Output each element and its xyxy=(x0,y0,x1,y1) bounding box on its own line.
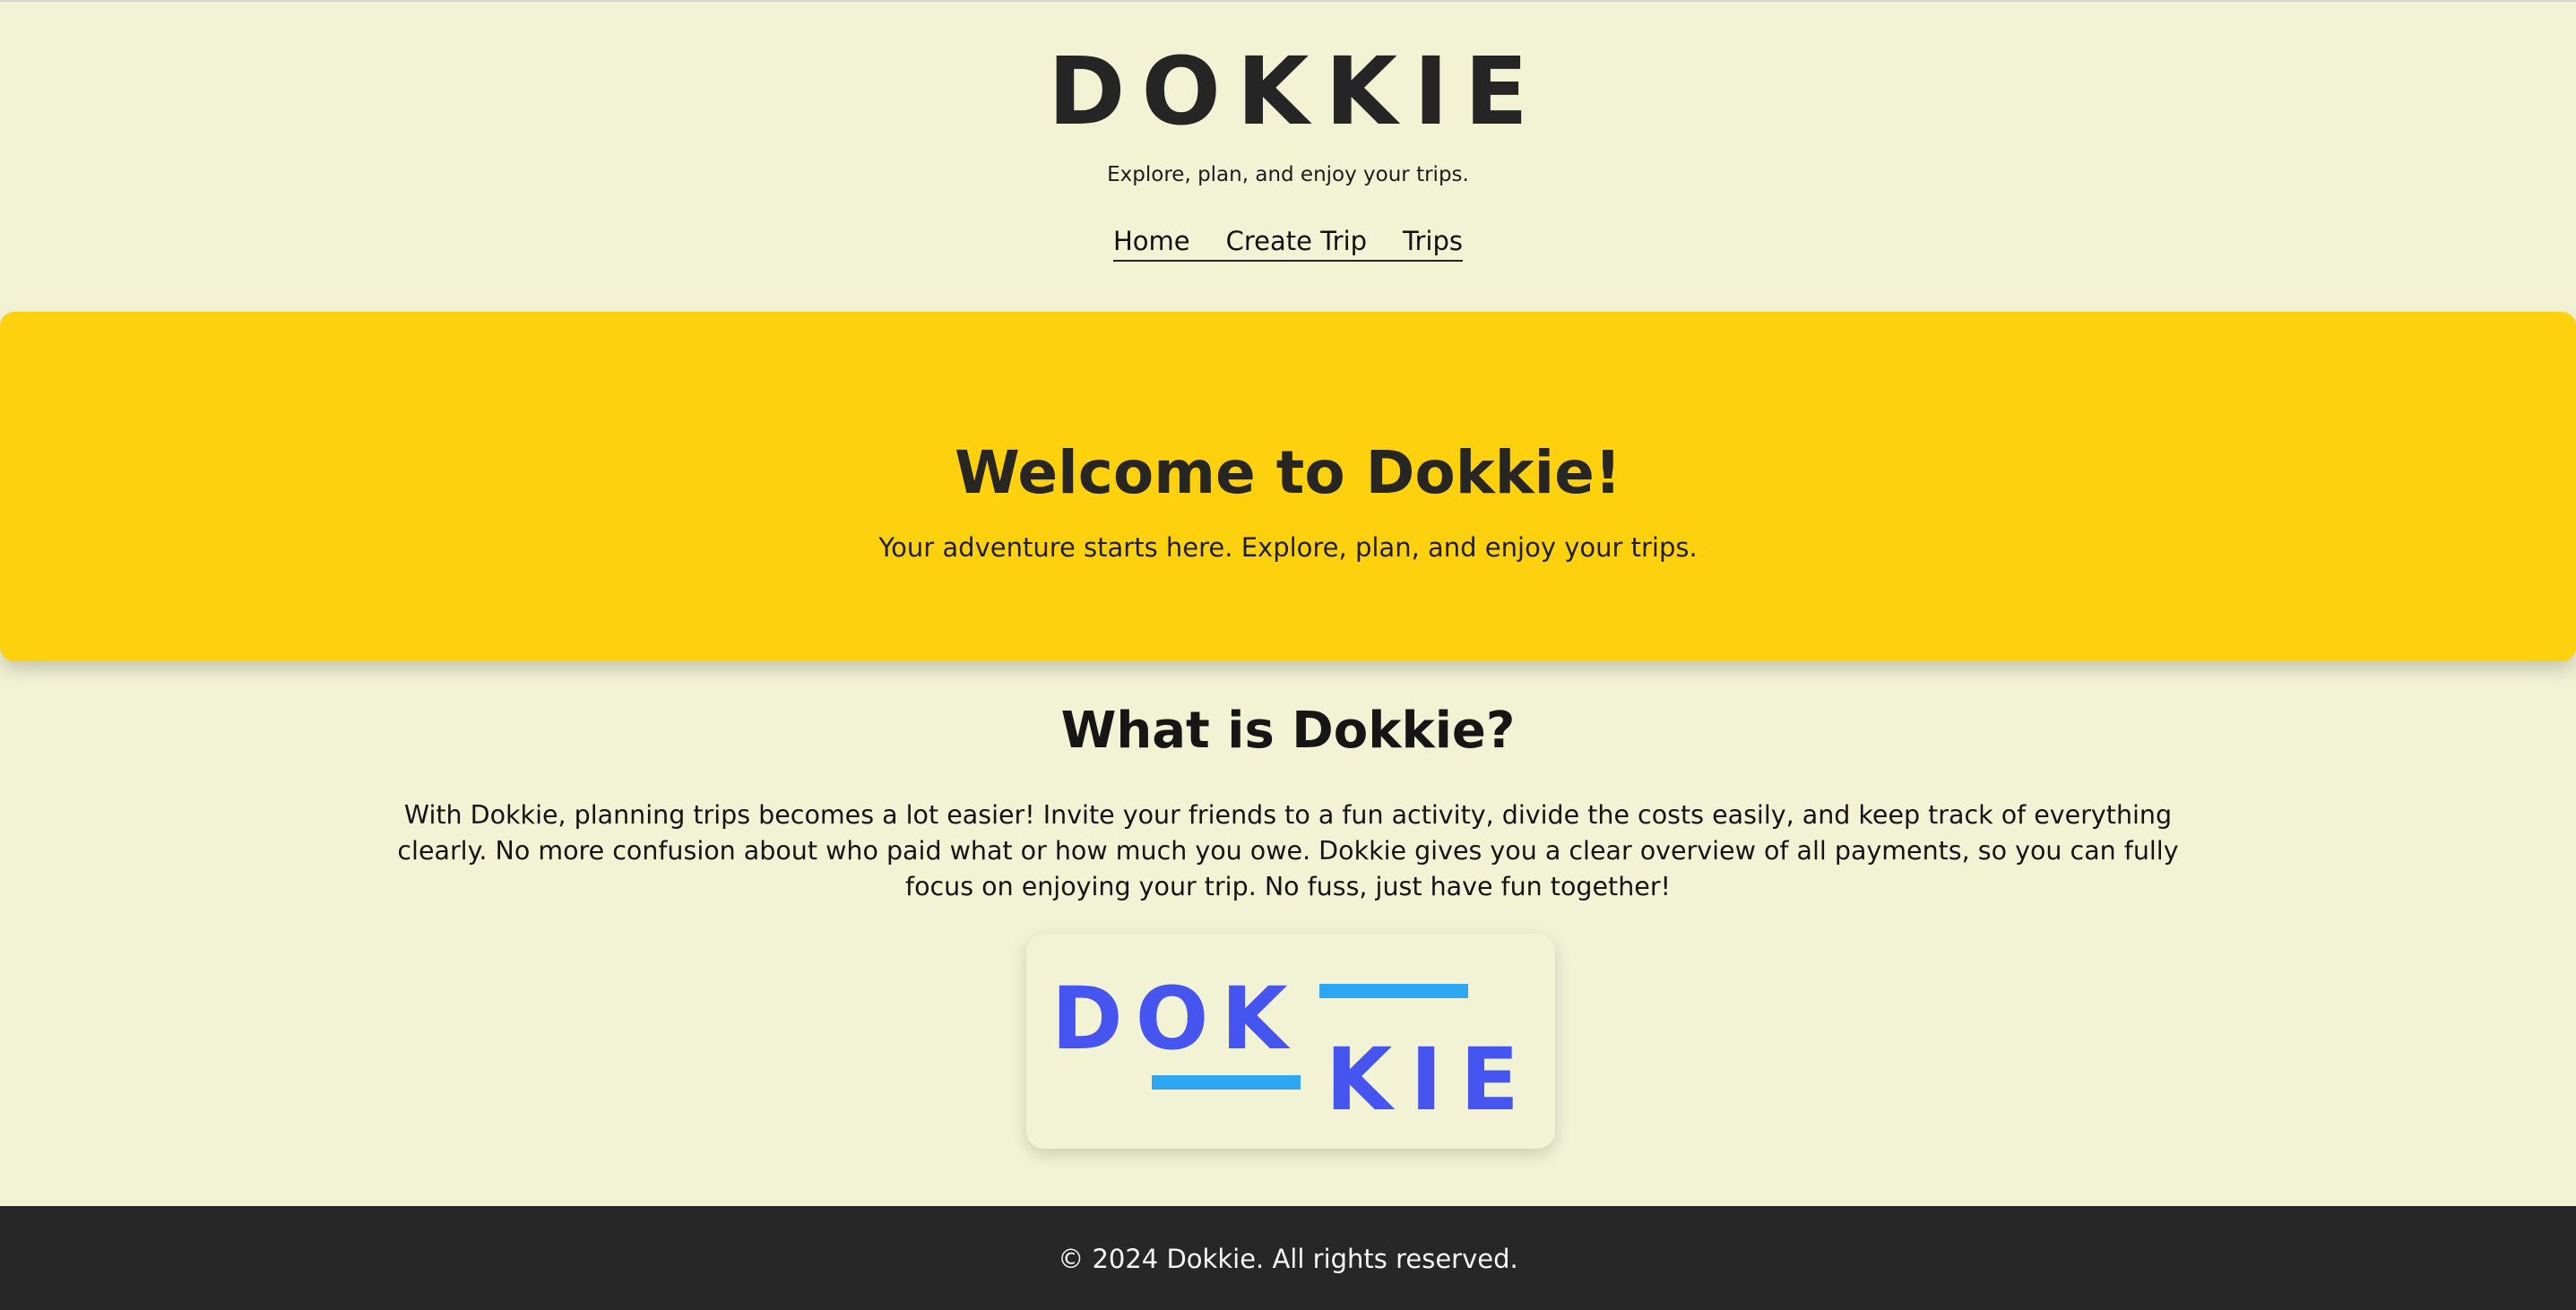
nav-links: Home Create Trip Trips xyxy=(1112,226,1463,262)
hero-banner: Welcome to Dokkie! Your adventure starts… xyxy=(0,312,2576,661)
nav-link-trips[interactable]: Trips xyxy=(1403,226,1463,256)
logo-bottom-bar xyxy=(1152,1075,1301,1090)
brand-title: DOKKIE xyxy=(1048,37,1544,146)
page: DOKKIE Explore, plan, and enjoy your tri… xyxy=(0,0,2576,1310)
brand-tagline: Explore, plan, and enjoy your trips. xyxy=(1107,163,1469,186)
about-text: With Dokkie, planning trips becomes a lo… xyxy=(397,800,2179,901)
logo-bottom-letters: KIE xyxy=(1326,1030,1537,1130)
logo-top-bar xyxy=(1319,984,1468,998)
main-nav: Home Create Trip Trips xyxy=(0,226,2576,262)
footer: © 2024 Dokkie. All rights reserved. xyxy=(0,1206,2576,1310)
about-title: What is Dokkie? xyxy=(1060,702,1516,760)
logo-card: DOK KIE xyxy=(1026,934,1555,1149)
hero-subtitle: Your adventure starts here. Explore, pla… xyxy=(878,532,1698,563)
hero-title: Welcome to Dokkie! xyxy=(954,438,1622,507)
nav-link-home[interactable]: Home xyxy=(1113,226,1190,256)
dokkie-logo: DOK KIE xyxy=(1051,969,1537,1130)
footer-copyright: © 2024 Dokkie. All rights reserved. xyxy=(1058,1244,1518,1274)
logo-top-letters: DOK xyxy=(1051,969,1301,1069)
nav-link-create-trip[interactable]: Create Trip xyxy=(1226,226,1367,256)
